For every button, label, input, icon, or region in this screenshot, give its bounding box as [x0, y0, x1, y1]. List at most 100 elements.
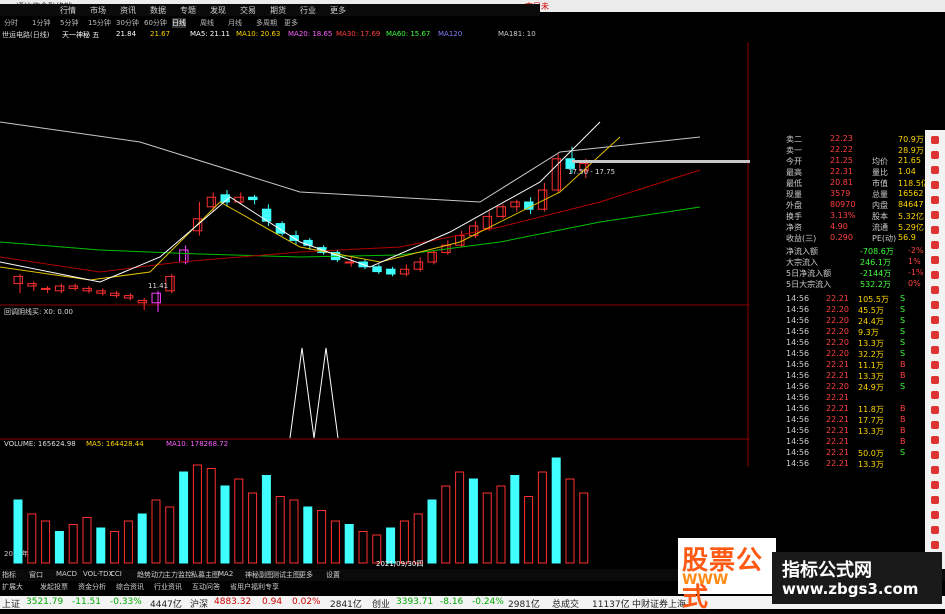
menu-item-9[interactable]: 更多 — [330, 5, 346, 16]
toolbar-icon[interactable] — [931, 376, 939, 384]
menu-item-3[interactable]: 数据 — [150, 5, 166, 16]
menu-item-4[interactable]: 专题 — [180, 5, 196, 16]
indicator-tab-4[interactable]: CCI — [110, 570, 122, 578]
timeframe-3[interactable]: 15分钟 — [88, 18, 111, 28]
toolbar-icon[interactable] — [931, 271, 939, 279]
extension-tab-6[interactable]: 省用户福利专享 — [230, 582, 279, 592]
toolbar-icon[interactable] — [931, 526, 939, 534]
toolbar-icon[interactable] — [931, 361, 939, 369]
quote-key2: 股本 — [872, 212, 888, 221]
tick-row-5: 14:56 22.20 32.2万 S — [750, 349, 945, 360]
indicator-tab-0[interactable]: 指标 — [2, 570, 16, 580]
toolbar-icon[interactable] — [931, 451, 939, 459]
extension-tab-1[interactable]: 发起投票 — [40, 582, 68, 592]
timeframe-6[interactable]: 日线 — [172, 18, 186, 28]
toolbar-icon[interactable] — [931, 166, 939, 174]
toolbar-icon[interactable] — [931, 406, 939, 414]
menu-item-6[interactable]: 交易 — [240, 5, 256, 16]
indicator-tab-12[interactable]: 设置 — [326, 570, 340, 580]
timeframe-10[interactable]: 更多 — [284, 18, 298, 28]
toolbar-icon[interactable] — [931, 466, 939, 474]
toolbar-icon[interactable] — [931, 256, 939, 264]
toolbar-icon[interactable] — [931, 136, 939, 144]
extension-tab-5[interactable]: 互动问答 — [192, 582, 220, 592]
menu-item-5[interactable]: 发现 — [210, 5, 226, 16]
indicator-tab-8[interactable]: MA2 — [218, 570, 233, 578]
menu-item-7[interactable]: 期货 — [270, 5, 286, 16]
indicator-tab-10[interactable]: 测试主图 — [272, 570, 300, 580]
toolbar-icon[interactable] — [931, 481, 939, 489]
toolbar-icon[interactable] — [931, 391, 939, 399]
candle — [151, 290, 161, 313]
candle — [275, 221, 286, 236]
tick-price: 22.20 — [826, 382, 849, 391]
menu-item-0[interactable]: 行情 — [60, 5, 76, 16]
indicator-tab-5[interactable]: 趋势动力 — [137, 570, 165, 580]
volume-bar — [13, 499, 23, 564]
timeframe-0[interactable]: 分时 — [4, 18, 18, 28]
tick-row-10: 14:56 22.21 11.8万 B — [750, 404, 945, 415]
tick-side: B — [900, 404, 906, 413]
tick-side: S — [900, 316, 906, 325]
indicator-name[interactable]: 天一神秘 五 — [62, 30, 99, 40]
toolbar-icon[interactable] — [931, 316, 939, 324]
tick-volume: 13.3万 — [858, 339, 884, 348]
toolbar-icon[interactable] — [931, 286, 939, 294]
menu-item-8[interactable]: 行业 — [300, 5, 316, 16]
quote-key: 最高 — [786, 168, 802, 177]
chart-area[interactable]: 18.0017.0016.0015.0014.0013.0012.0011.41… — [0, 42, 782, 572]
indicator-tab-2[interactable]: MACD — [56, 570, 77, 578]
timeframe-9[interactable]: 多周期 — [256, 18, 277, 28]
ma30-label: MA30: 17.69 — [336, 30, 381, 38]
cy-index-label: 创业 — [372, 600, 391, 610]
menu-item-2[interactable]: 资讯 — [120, 5, 136, 16]
timeframe-8[interactable]: 月线 — [228, 18, 242, 28]
timeframe-1[interactable]: 1分钟 — [32, 18, 50, 28]
timeframe-5[interactable]: 60分钟 — [144, 18, 167, 28]
toolbar-icon[interactable] — [931, 331, 939, 339]
extension-tab-3[interactable]: 综合资讯 — [116, 582, 144, 592]
indicator-tab-6[interactable]: 主力监控 — [164, 570, 192, 580]
tick-time: 14:56 — [786, 448, 810, 457]
timeframe-4[interactable]: 30分钟 — [116, 18, 139, 28]
indicator-tab-3[interactable]: VOL-TDX — [83, 570, 113, 578]
toolbar-icon[interactable] — [931, 301, 939, 309]
toolbar-icon[interactable] — [931, 211, 939, 219]
toolbar-icon[interactable] — [931, 181, 939, 189]
extension-tab-0[interactable]: 扩展大 — [2, 582, 23, 592]
toolbar-icon[interactable] — [931, 226, 939, 234]
tick-volume: 45.5万 — [858, 306, 884, 315]
candle — [413, 257, 424, 272]
indicator-tab-1[interactable]: 窗口 — [29, 570, 43, 580]
quote-value2: 5.29亿 — [898, 223, 924, 232]
cy-index-pct: -0.24% — [472, 597, 504, 607]
tick-row-2: 14:56 22.20 24.4万 S — [750, 316, 945, 327]
tick-price: 22.20 — [826, 316, 849, 325]
quote-key: 卖二 — [786, 135, 802, 144]
toolbar-icon[interactable] — [931, 511, 939, 519]
quote-value: 3579 — [830, 189, 851, 198]
timeframe-2[interactable]: 5分钟 — [60, 18, 78, 28]
indicator-tab-7[interactable]: 私募主图 — [191, 570, 219, 580]
indicator-tab-9[interactable]: 神秘副图 — [245, 570, 273, 580]
ma20-line — [0, 136, 621, 281]
indicator-tab-11[interactable]: 更多 — [299, 570, 313, 580]
tick-price: 22.21 — [826, 437, 849, 446]
kline-chart[interactable]: 18.0017.0016.0015.0014.0013.0012.0011.41… — [0, 42, 782, 572]
toolbar-icon[interactable] — [931, 151, 939, 159]
extension-tab-2[interactable]: 资金分析 — [78, 582, 106, 592]
toolbar-icon[interactable] — [931, 346, 939, 354]
toolbar-icon[interactable] — [931, 241, 939, 249]
volume-bar — [565, 478, 575, 564]
candle — [110, 290, 120, 298]
toolbar-icon[interactable] — [931, 496, 939, 504]
toolbar-icon[interactable] — [931, 541, 939, 549]
quote-row-4: 最低 20.81 市值 118.5亿 — [750, 178, 945, 189]
toolbar-icon[interactable] — [931, 196, 939, 204]
toolbar-icon[interactable] — [931, 421, 939, 429]
menu-item-1[interactable]: 市场 — [90, 5, 106, 16]
toolbar-icon[interactable] — [931, 436, 939, 444]
extension-tab-4[interactable]: 行业资讯 — [154, 582, 182, 592]
timeframe-7[interactable]: 周线 — [200, 18, 214, 28]
candle — [510, 199, 520, 212]
